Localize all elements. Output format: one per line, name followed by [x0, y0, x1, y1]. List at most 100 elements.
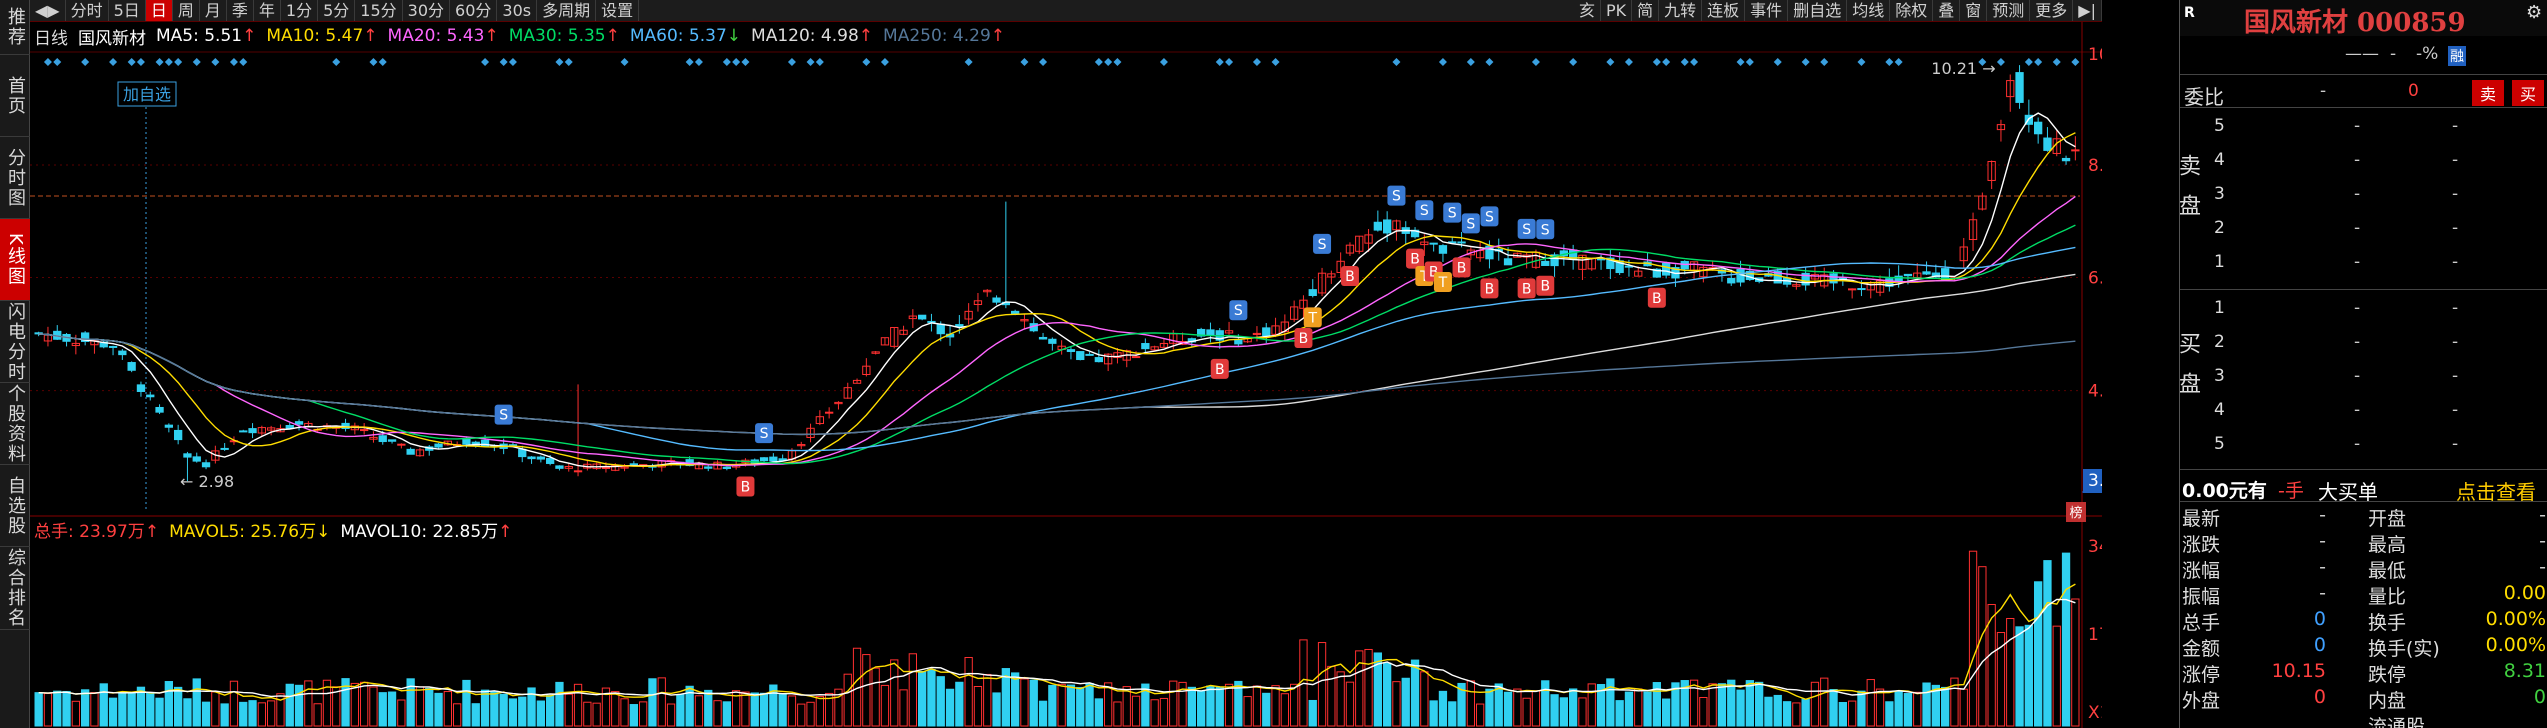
tool-13[interactable]: ▶|: [2073, 0, 2102, 21]
event-marker[interactable]: [1113, 58, 1122, 66]
volume-bar[interactable]: [1438, 690, 1448, 727]
candle-body[interactable]: [248, 428, 257, 434]
volume-bar[interactable]: [1215, 686, 1224, 727]
book-row[interactable]: 1 - -: [2214, 298, 2547, 322]
event-marker[interactable]: [192, 58, 201, 66]
volume-bar[interactable]: [2006, 617, 2015, 727]
volume-bar[interactable]: [1662, 698, 1671, 727]
candle-body[interactable]: [2034, 121, 2043, 135]
event-marker[interactable]: [685, 58, 694, 66]
event-marker[interactable]: [722, 58, 731, 66]
candle-body[interactable]: [2071, 149, 2080, 152]
event-marker[interactable]: [1020, 58, 1029, 66]
volume-bar[interactable]: [90, 692, 99, 727]
candle-body[interactable]: [759, 457, 769, 462]
volume-bar[interactable]: [285, 683, 294, 727]
volume-bar[interactable]: [1550, 694, 1559, 727]
sidebar-item-5[interactable]: 个股资料: [0, 383, 30, 465]
volume-bar[interactable]: [1262, 692, 1271, 727]
event-marker[interactable]: [155, 58, 164, 66]
tab-period-0[interactable]: 分时: [66, 0, 109, 21]
volume-bar[interactable]: [1903, 693, 1913, 727]
volume-bar[interactable]: [973, 685, 983, 727]
event-marker[interactable]: [1801, 58, 1810, 66]
event-marker[interactable]: [174, 58, 183, 66]
tab-period-13[interactable]: 多周期: [537, 0, 597, 21]
candle-body[interactable]: [118, 350, 127, 356]
candle-body[interactable]: [555, 465, 564, 469]
volume-bar[interactable]: [387, 691, 397, 727]
volume-bar[interactable]: [713, 700, 722, 727]
volume-bar[interactable]: [425, 687, 434, 727]
volume-bar[interactable]: [806, 701, 815, 727]
candle-body[interactable]: [1066, 349, 1076, 353]
event-marker[interactable]: [2052, 58, 2061, 66]
volume-bar[interactable]: [462, 679, 471, 727]
volume-bar[interactable]: [62, 690, 71, 727]
candle-body[interactable]: [174, 429, 183, 441]
event-marker[interactable]: [1773, 58, 1782, 66]
candle-body[interactable]: [992, 297, 1001, 303]
tab-period-11[interactable]: 60分: [450, 0, 498, 21]
tool-11[interactable]: 预测: [1987, 0, 2031, 21]
sell-button[interactable]: 卖: [2472, 80, 2505, 106]
volume-bar[interactable]: [71, 700, 81, 727]
candle-body[interactable]: [601, 466, 611, 469]
event-marker[interactable]: [1531, 58, 1540, 66]
candle-body[interactable]: [1373, 221, 1382, 231]
volume-bar[interactable]: [555, 681, 564, 727]
volume-bar[interactable]: [2071, 598, 2080, 727]
event-marker[interactable]: [815, 58, 824, 66]
tab-period-14[interactable]: 设置: [596, 0, 640, 21]
event-marker[interactable]: [2034, 58, 2043, 66]
volume-bar[interactable]: [1271, 685, 1280, 727]
candle-body[interactable]: [1438, 245, 1448, 254]
sidebar-item-4[interactable]: 闪电分时: [0, 301, 30, 383]
candle-body[interactable]: [378, 435, 387, 443]
candle-body[interactable]: [1848, 288, 1857, 291]
candle-body[interactable]: [1085, 353, 1094, 356]
candle-body[interactable]: [397, 443, 406, 446]
event-marker[interactable]: [1466, 58, 1475, 66]
candle-body[interactable]: [1131, 356, 1141, 359]
volume-bar[interactable]: [471, 703, 480, 727]
candle-body[interactable]: [1308, 289, 1317, 296]
candle-body[interactable]: [769, 456, 778, 462]
volume-bar[interactable]: [1634, 688, 1643, 727]
volume-bar[interactable]: [536, 700, 546, 727]
volume-bar[interactable]: [611, 691, 620, 727]
volume-bar[interactable]: [499, 693, 508, 727]
event-marker[interactable]: [1894, 58, 1903, 66]
sidebar-item-7[interactable]: 综合排名: [0, 547, 30, 630]
tab-period-12[interactable]: 30s: [497, 0, 538, 21]
volume-bar[interactable]: [1717, 683, 1727, 727]
volume-bar[interactable]: [1150, 699, 1159, 727]
volume-bar[interactable]: [1104, 682, 1113, 727]
tab-period-1[interactable]: 5日: [109, 0, 146, 21]
candle-body[interactable]: [1076, 351, 1085, 361]
event-marker[interactable]: [481, 58, 490, 66]
volume-bar[interactable]: [1782, 701, 1792, 727]
volume-bar[interactable]: [53, 690, 62, 727]
volume-bar[interactable]: [490, 690, 499, 727]
tool-9[interactable]: 叠: [1933, 0, 1961, 21]
tab-period-7[interactable]: 1分: [281, 0, 319, 21]
volume-bar[interactable]: [1057, 683, 1066, 727]
sidebar-item-1[interactable]: 首页: [0, 55, 30, 137]
volume-bar[interactable]: [1773, 694, 1782, 727]
volume-bar[interactable]: [583, 701, 592, 727]
volume-bar[interactable]: [992, 692, 1001, 727]
event-marker[interactable]: [555, 58, 564, 66]
volume-bar[interactable]: [1708, 683, 1717, 727]
event-marker[interactable]: [164, 58, 173, 66]
volume-bar[interactable]: [1085, 682, 1094, 727]
event-marker[interactable]: [1662, 58, 1671, 66]
event-marker[interactable]: [1392, 58, 1401, 66]
volume-bar[interactable]: [1197, 690, 1206, 727]
volume-bar[interactable]: [294, 684, 304, 727]
add-favorite-tag[interactable]: 加自选: [117, 81, 177, 107]
candle-body[interactable]: [825, 411, 834, 414]
volume-bar[interactable]: [369, 686, 378, 727]
candle-body[interactable]: [155, 406, 164, 413]
event-marker[interactable]: [732, 58, 741, 66]
